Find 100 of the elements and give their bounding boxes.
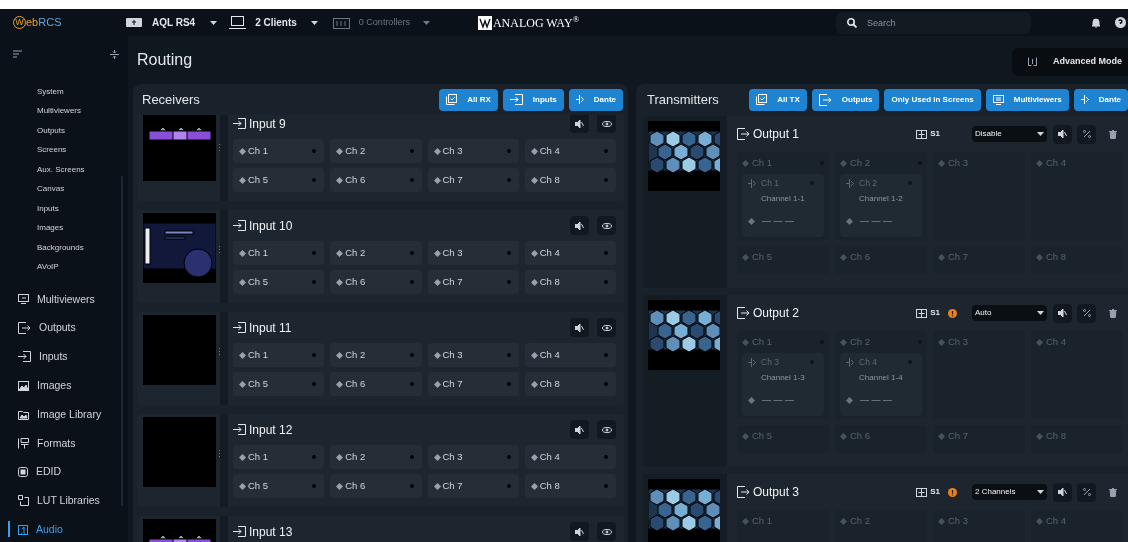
channel-chip[interactable]: Ch 3 [427, 445, 519, 469]
sidebar-subitem[interactable]: Backgrounds [37, 241, 84, 254]
channel-chip[interactable]: Ch 8 [524, 372, 616, 396]
channel-chip[interactable]: Ch 7 [427, 270, 519, 294]
sidebar-item[interactable]: Formats [0, 429, 128, 458]
sidebar-subitem[interactable]: Outputs [37, 124, 65, 137]
channel-chip[interactable]: Ch 4 [524, 445, 616, 469]
filter-button[interactable]: Dante [568, 88, 623, 111]
sidebar-subitem[interactable]: Canvas [37, 183, 65, 196]
filter-button[interactable]: Only Used in Screens [884, 88, 981, 111]
channel-chip[interactable]: Ch 8 [524, 474, 616, 498]
advanced-mode-button[interactable]: Advanced Mode [1012, 47, 1128, 76]
diamond-icon [938, 432, 945, 440]
sidebar-item[interactable]: LUT Libraries [0, 486, 128, 516]
delete-button[interactable] [1108, 308, 1118, 318]
sidebar-subitem[interactable]: AVoIP [37, 261, 59, 274]
help-icon[interactable] [1115, 17, 1126, 28]
filter-button[interactable]: All TX [749, 88, 807, 111]
sidebar-item[interactable]: Inputs [0, 342, 128, 372]
sidebar-subitem[interactable]: Screens [37, 144, 67, 157]
mute-button[interactable] [570, 318, 589, 337]
channel-chip[interactable]: Ch 6 [330, 474, 422, 498]
clients-selector[interactable]: 2 Clients [229, 15, 318, 30]
sidebar-item[interactable]: Images [0, 371, 128, 401]
menu-icon[interactable] [13, 49, 22, 59]
channel-chip[interactable]: Ch 5 [233, 372, 325, 396]
channel-chip[interactable]: Ch 4 [524, 241, 616, 265]
page-title: Routing [137, 50, 193, 70]
visibility-button[interactable] [597, 318, 616, 337]
speaker-icon [575, 425, 584, 434]
filter-button[interactable]: Dante [1073, 88, 1128, 111]
channel-chip[interactable]: Ch 6 [330, 270, 422, 294]
sidebar-item[interactable]: Image Library [0, 400, 128, 429]
diamond-icon [742, 432, 749, 440]
channel-chip[interactable]: Ch 5 [233, 270, 325, 294]
channel-chip[interactable]: Ch 7 [427, 168, 519, 192]
channel-chip[interactable]: Ch 1 [233, 343, 325, 367]
channel-chip[interactable]: Ch 4 [524, 139, 616, 163]
sidebar-subitem[interactable]: System [37, 85, 64, 98]
device-selector[interactable]: AQL RS4 [126, 15, 218, 30]
channel-chip[interactable]: Ch 6 [330, 168, 422, 192]
mute-button[interactable] [1053, 303, 1072, 323]
channel-chip[interactable]: Ch 2 [330, 139, 422, 163]
search-field[interactable]: Search [836, 11, 1031, 34]
route-label: Channel 1-1 [760, 192, 806, 205]
mute-button[interactable] [570, 522, 589, 541]
visibility-button[interactable] [597, 420, 616, 439]
channel-chip[interactable]: Ch 1 [233, 445, 325, 469]
channel-chip[interactable]: Ch 2 [330, 241, 422, 265]
mute-button[interactable] [1053, 482, 1072, 502]
channel-chip[interactable]: Ch 1 [233, 241, 325, 265]
visibility-button[interactable] [597, 115, 616, 133]
filter-button[interactable]: All RX [439, 88, 498, 111]
bell-icon[interactable] [1091, 17, 1101, 28]
channel-chip[interactable]: Ch 3 [427, 343, 519, 367]
sidebar-item[interactable]: Audio [0, 515, 128, 542]
channel-chip[interactable]: Ch 7 [427, 372, 519, 396]
sidebar-subitem[interactable]: Multiviewers [37, 105, 81, 118]
visibility-button[interactable] [597, 216, 616, 235]
delete-button[interactable] [1108, 487, 1118, 497]
sidebar-item[interactable]: Outputs [0, 313, 128, 343]
dot-icon [409, 455, 414, 459]
dot-icon [409, 280, 414, 284]
dante-icon [846, 357, 854, 367]
channel-chip[interactable]: Ch 1 [233, 139, 325, 163]
channel-chip[interactable]: Ch 4 [524, 343, 616, 367]
sidebar-subitem[interactable]: Aux. Screens [37, 163, 85, 176]
mode-select[interactable]: Disable [972, 126, 1047, 142]
mute-button[interactable] [570, 115, 589, 133]
filter-button[interactable]: Outputs [811, 88, 880, 111]
channel-chip[interactable]: Ch 8 [524, 168, 616, 192]
channel-chip[interactable]: Ch 7 [427, 474, 519, 498]
channel-chip[interactable]: Ch 3 [427, 139, 519, 163]
diamond-icon [336, 453, 344, 461]
dot-icon [506, 251, 511, 255]
mode-select[interactable]: Auto [972, 305, 1047, 321]
filter-button[interactable]: Multiviewers [985, 88, 1069, 111]
visibility-button[interactable] [597, 522, 616, 541]
mode-select[interactable]: 2 Channels [972, 484, 1047, 500]
delete-button[interactable] [1108, 129, 1118, 139]
channel-chip[interactable]: Ch 6 [330, 372, 422, 396]
collapse-icon[interactable] [110, 49, 119, 59]
percent-button[interactable] [1077, 124, 1096, 144]
diamond-icon [239, 453, 246, 461]
sidebar-item[interactable]: EDID [0, 457, 128, 487]
filter-button[interactable]: Inputs [502, 88, 564, 111]
channel-chip[interactable]: Ch 2 [330, 445, 422, 469]
percent-button[interactable] [1077, 482, 1096, 502]
channel-chip[interactable]: Ch 3 [427, 241, 519, 265]
channel-chip[interactable]: Ch 5 [233, 168, 325, 192]
channel-chip[interactable]: Ch 2 [330, 343, 422, 367]
mute-button[interactable] [570, 216, 589, 235]
channel-chip[interactable]: Ch 8 [524, 270, 616, 294]
sidebar-subitem[interactable]: Inputs [37, 202, 59, 215]
mute-button[interactable] [570, 420, 589, 439]
mute-button[interactable] [1053, 124, 1072, 144]
percent-button[interactable] [1077, 303, 1096, 323]
channel-chip[interactable]: Ch 5 [233, 474, 325, 498]
sidebar-item[interactable]: Multiviewers [0, 285, 128, 314]
sidebar-subitem[interactable]: Images [37, 222, 64, 235]
